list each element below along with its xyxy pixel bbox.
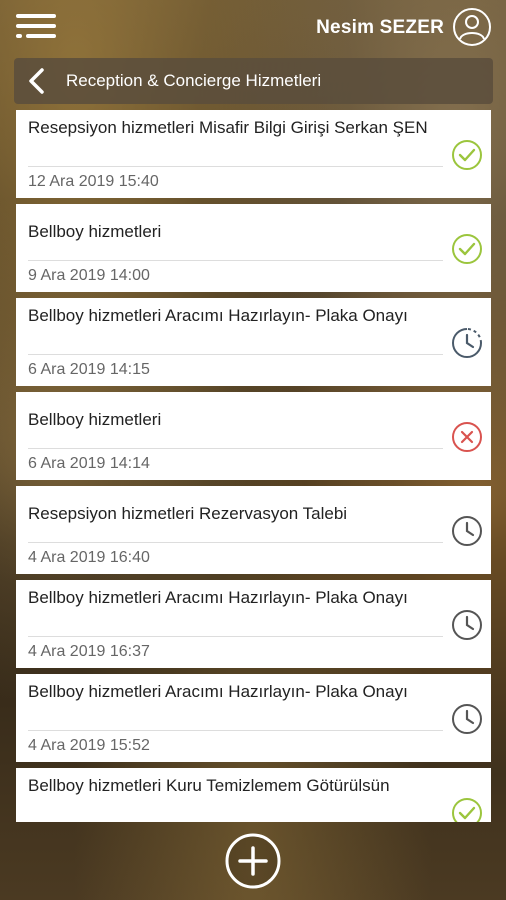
request-date: 4 Ara 2019 16:37 xyxy=(28,643,150,660)
add-request-button[interactable] xyxy=(225,833,281,889)
divider xyxy=(28,354,443,355)
request-date: 6 Ara 2019 14:14 xyxy=(28,455,150,472)
request-title: Bellboy hizmetleri Aracımı Hazırlayın- P… xyxy=(28,306,408,325)
request-title: Bellboy hizmetleri xyxy=(28,222,162,241)
top-bar: Nesim SEZER xyxy=(0,0,506,56)
request-title: Bellboy hizmetleri Aracımı Hazırlayın- P… xyxy=(28,682,408,701)
menu-icon[interactable] xyxy=(16,14,56,42)
pending-clock-icon xyxy=(452,516,482,546)
request-title: Bellboy hizmetleri xyxy=(28,410,162,429)
user-avatar-icon[interactable] xyxy=(452,7,492,47)
pending-clock-icon xyxy=(452,610,482,640)
cancelled-x-icon xyxy=(452,422,482,452)
request-card[interactable]: Bellboy hizmetleri Kuru Temizlemem Götür… xyxy=(16,768,491,822)
request-card[interactable]: Bellboy hizmetleri Aracımı Hazırlayın- P… xyxy=(16,580,491,668)
divider xyxy=(28,166,443,167)
request-date: 4 Ara 2019 16:40 xyxy=(28,549,150,566)
divider xyxy=(28,542,443,543)
completed-check-icon xyxy=(452,140,482,170)
request-title: Resepsiyon hizmetleri Misafir Bilgi Giri… xyxy=(28,118,428,137)
divider xyxy=(28,260,443,261)
divider xyxy=(28,448,443,449)
user-name[interactable]: Nesim SEZER xyxy=(316,17,444,39)
request-card[interactable]: Bellboy hizmetleri Aracımı Hazırlayın- P… xyxy=(16,674,491,762)
request-date: 4 Ara 2019 15:52 xyxy=(28,737,150,754)
page-header: Reception & Concierge Hizmetleri xyxy=(14,58,493,104)
request-list: Resepsiyon hizmetleri Misafir Bilgi Giri… xyxy=(16,110,491,822)
pending-clock-icon xyxy=(452,704,482,734)
completed-check-icon xyxy=(452,798,482,822)
request-date: 6 Ara 2019 14:15 xyxy=(28,361,150,378)
request-date: 12 Ara 2019 15:40 xyxy=(28,173,159,190)
request-title: Bellboy hizmetleri Aracımı Hazırlayın- P… xyxy=(28,588,408,607)
divider xyxy=(28,730,443,731)
completed-check-icon xyxy=(452,234,482,264)
back-arrow-icon[interactable] xyxy=(26,67,48,95)
request-date: 9 Ara 2019 14:00 xyxy=(28,267,150,284)
in-progress-clock-icon xyxy=(452,328,482,358)
request-card[interactable]: Bellboy hizmetleri 9 Ara 2019 14:00 xyxy=(16,204,491,292)
request-card[interactable]: Resepsiyon hizmetleri Rezervasyon Talebi… xyxy=(16,486,491,574)
request-card[interactable]: Bellboy hizmetleri Aracımı Hazırlayın- P… xyxy=(16,298,491,386)
page-title: Reception & Concierge Hizmetleri xyxy=(66,71,322,90)
request-title: Bellboy hizmetleri Kuru Temizlemem Götür… xyxy=(28,776,390,795)
divider xyxy=(28,636,443,637)
request-card[interactable]: Bellboy hizmetleri 6 Ara 2019 14:14 xyxy=(16,392,491,480)
request-card[interactable]: Resepsiyon hizmetleri Misafir Bilgi Giri… xyxy=(16,110,491,198)
request-title: Resepsiyon hizmetleri Rezervasyon Talebi xyxy=(28,504,348,523)
